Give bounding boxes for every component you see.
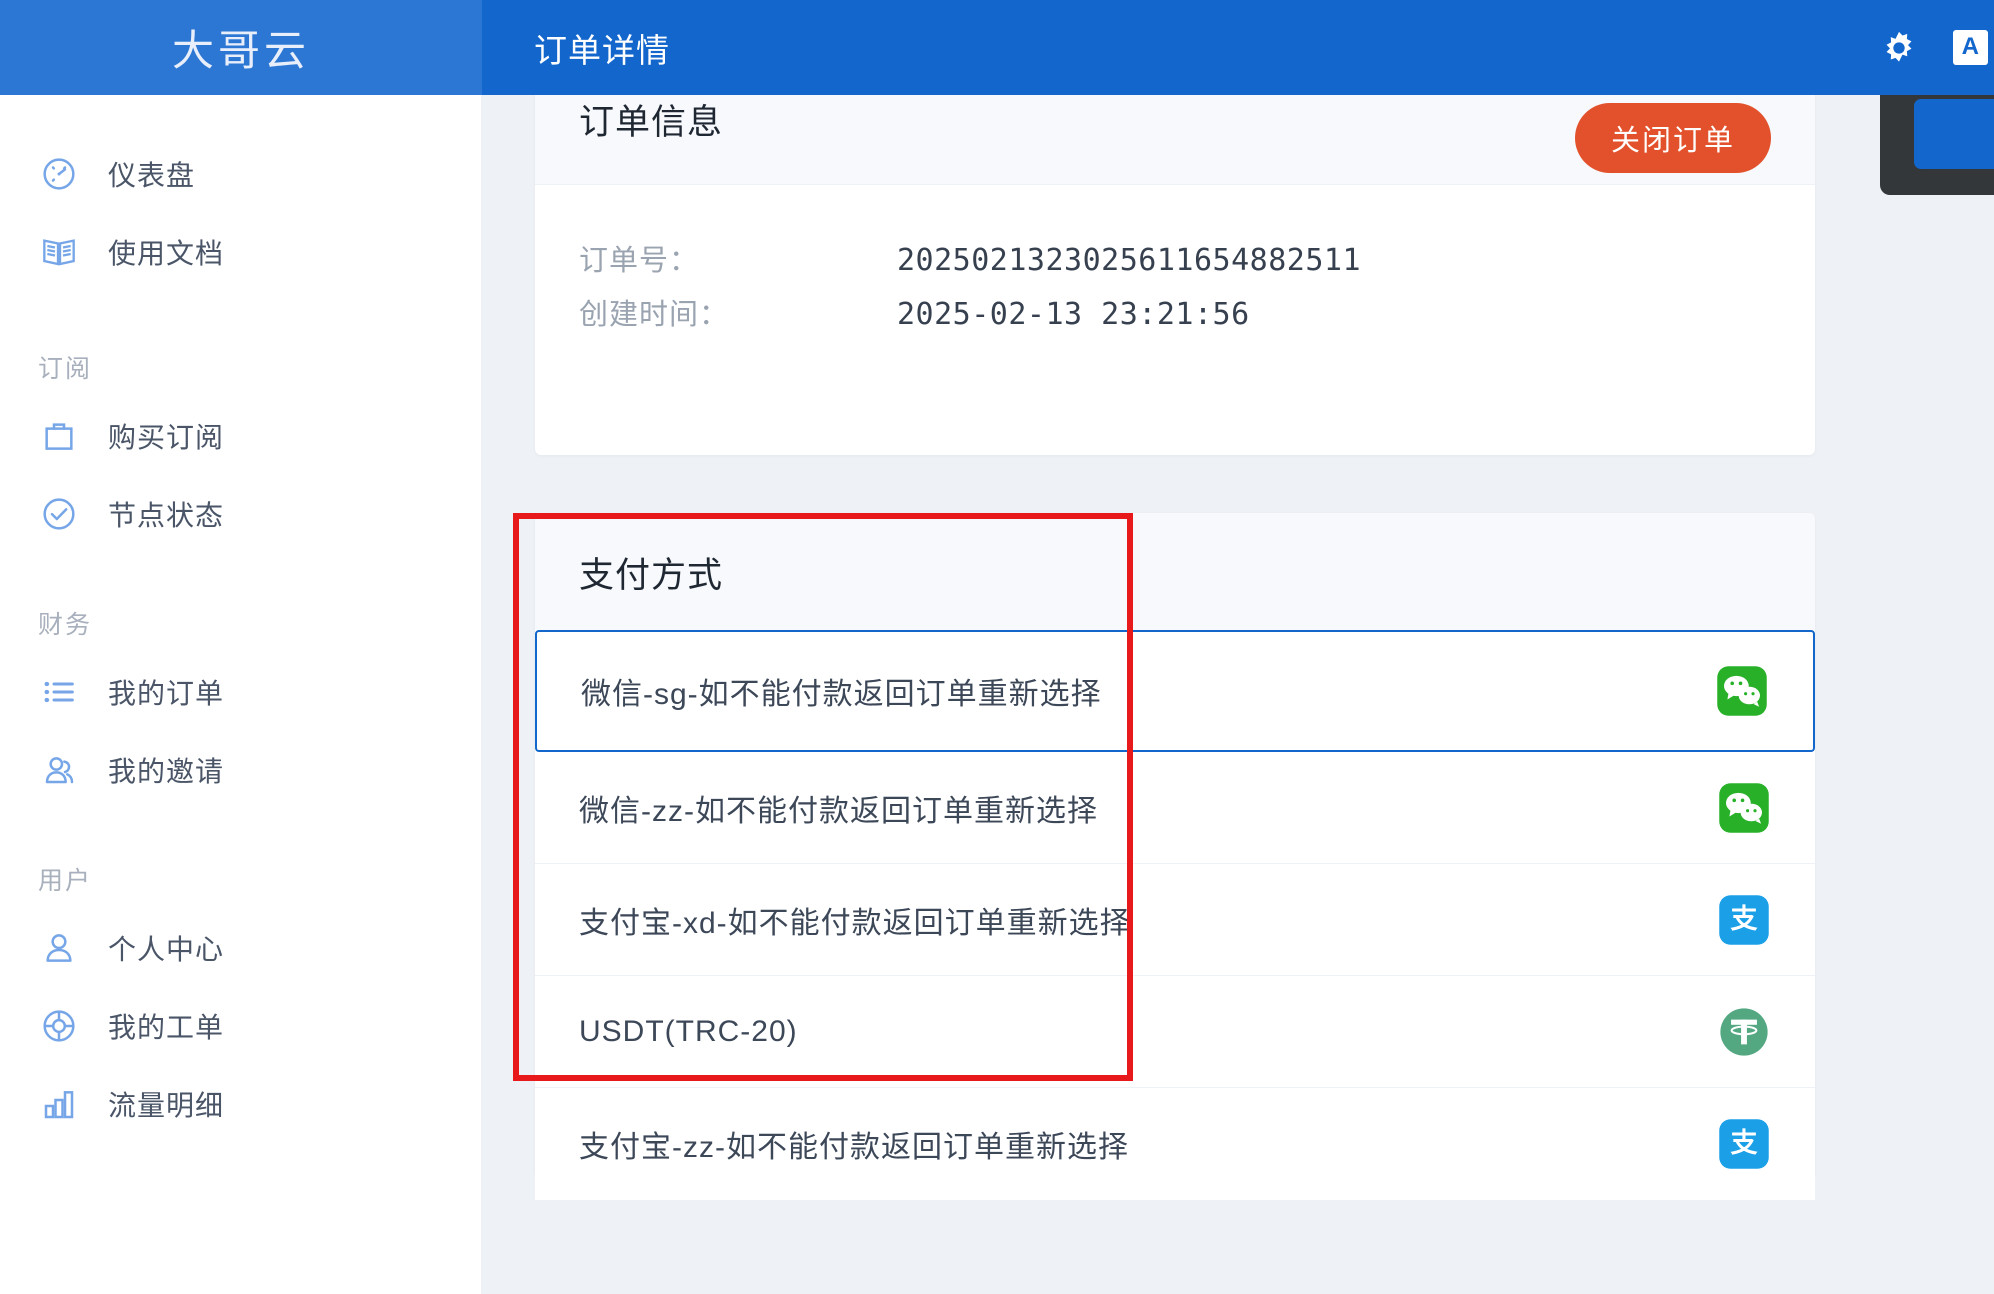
sidebar-item-profile[interactable]: 个人中心 — [0, 909, 481, 987]
sidebar-item-my-orders[interactable]: 我的订单 — [0, 653, 481, 731]
sidebar-item-label: 仪表盘 — [108, 160, 196, 191]
top-bar-actions: A — [1873, 22, 1994, 74]
payment-option-label: 支付宝-xd-如不能付款返回订单重新选择 — [579, 906, 1131, 940]
alipay-icon: 支 — [1717, 893, 1771, 947]
brand-logo[interactable]: 大哥云 — [0, 0, 482, 95]
payment-method-title: 支付方式 — [579, 555, 724, 595]
usdt-icon — [1717, 1005, 1771, 1059]
sidebar-item-label: 我的邀请 — [108, 756, 225, 787]
sidebar-section-subscription: 订阅 — [38, 355, 93, 383]
created-time-value: 2025-02-13 23:21:56 — [897, 297, 1250, 332]
sidebar-item-my-invites[interactable]: 我的邀请 — [0, 731, 481, 809]
sidebar-item-label: 流量明细 — [108, 1090, 225, 1121]
check-circle-icon — [38, 493, 80, 535]
order-number-row: 订单号： 2025021323025611654882511 — [579, 237, 1815, 291]
bar-chart-icon — [38, 1083, 80, 1125]
payment-option-alipay-zz[interactable]: 支付宝-zz-如不能付款返回订单重新选择 支 — [535, 1088, 1815, 1200]
floating-widget-inner — [1914, 99, 1994, 169]
sidebar-item-label: 我的工单 — [108, 1012, 225, 1043]
main-content: 订单信息 关闭订单 订单号： 2025021323025611654882511… — [482, 95, 1994, 1294]
sidebar-section-finance: 财务 — [38, 611, 93, 639]
language-badge[interactable]: A — [1952, 30, 1988, 65]
gauge-icon — [38, 153, 80, 195]
order-info-header: 订单信息 关闭订单 — [535, 95, 1815, 185]
sidebar-item-buy-subscription[interactable]: 购买订阅 — [0, 397, 481, 475]
sidebar-item-dashboard[interactable]: 仪表盘 — [0, 135, 481, 213]
payment-method-card: 支付方式 微信-sg-如不能付款返回订单重新选择 微信-zz-如不能付款返回订单… — [513, 513, 1815, 1200]
payment-option-label: 微信-zz-如不能付款返回订单重新选择 — [579, 794, 1098, 828]
payment-option-wechat-sg[interactable]: 微信-sg-如不能付款返回订单重新选择 — [535, 630, 1815, 752]
user-icon — [38, 927, 80, 969]
sidebar-item-label: 使用文档 — [108, 238, 225, 269]
floating-widget[interactable] — [1880, 95, 1994, 195]
alipay-icon: 支 — [1717, 1117, 1771, 1171]
payment-option-list: 微信-sg-如不能付款返回订单重新选择 微信-zz-如不能付款返回订单重新选择 … — [535, 630, 1815, 1200]
sidebar-item-my-tickets[interactable]: 我的工单 — [0, 987, 481, 1065]
sidebar-section-user: 用户 — [38, 867, 93, 895]
sidebar-item-node-status[interactable]: 节点状态 — [0, 475, 481, 553]
sidebar-item-label: 节点状态 — [108, 500, 225, 531]
payment-option-usdt[interactable]: USDT(TRC-20) — [535, 976, 1815, 1088]
lifebuoy-icon — [38, 1005, 80, 1047]
top-bar: 大哥云 订单详情 A — [0, 0, 1994, 95]
payment-option-label: 支付宝-zz-如不能付款返回订单重新选择 — [579, 1131, 1129, 1164]
payment-option-alipay-xd[interactable]: 支付宝-xd-如不能付款返回订单重新选择 支 — [535, 864, 1815, 976]
order-info-title: 订单信息 — [579, 103, 724, 142]
sidebar-item-traffic-detail[interactable]: 流量明细 — [0, 1065, 481, 1143]
list-icon — [38, 671, 80, 713]
wechat-icon — [1717, 781, 1771, 835]
close-order-button[interactable]: 关闭订单 — [1574, 103, 1771, 173]
sidebar-item-label: 我的订单 — [108, 678, 225, 709]
payment-option-wechat-zz[interactable]: 微信-zz-如不能付款返回订单重新选择 — [535, 752, 1815, 864]
order-info-body: 订单号： 2025021323025611654882511 创建时间： 202… — [535, 185, 1815, 345]
sidebar-item-label: 购买订阅 — [108, 422, 225, 453]
wechat-icon — [1715, 664, 1769, 718]
svg-text:支: 支 — [1731, 903, 1758, 933]
book-icon — [38, 231, 80, 273]
order-info-card: 订单信息 关闭订单 订单号： 2025021323025611654882511… — [535, 95, 1815, 455]
payment-option-label: 微信-sg-如不能付款返回订单重新选择 — [581, 678, 1102, 711]
payment-option-label: USDT(TRC-20) — [579, 1014, 798, 1048]
app-root: 大哥云 订单详情 A 仪表盘 使用文档 订阅 购买订阅 节点状态 财务 我的订单… — [0, 0, 1994, 1294]
sidebar: 仪表盘 使用文档 订阅 购买订阅 节点状态 财务 我的订单 我的邀请 用户 个人… — [0, 95, 482, 1294]
order-number-value: 2025021323025611654882511 — [897, 243, 1362, 278]
created-time-row: 创建时间： 2025-02-13 23:21:56 — [579, 291, 1815, 345]
payment-method-header: 支付方式 — [535, 513, 1815, 631]
shopping-bag-icon — [38, 415, 80, 457]
created-time-label: 创建时间： — [579, 299, 730, 331]
sidebar-item-docs[interactable]: 使用文档 — [0, 213, 481, 291]
user-group-icon — [38, 749, 80, 791]
order-number-label: 订单号： — [579, 245, 700, 277]
page-title: 订单详情 — [534, 31, 670, 69]
gear-icon[interactable] — [1873, 22, 1925, 74]
svg-text:支: 支 — [1731, 1128, 1758, 1158]
sidebar-item-label: 个人中心 — [108, 934, 225, 965]
